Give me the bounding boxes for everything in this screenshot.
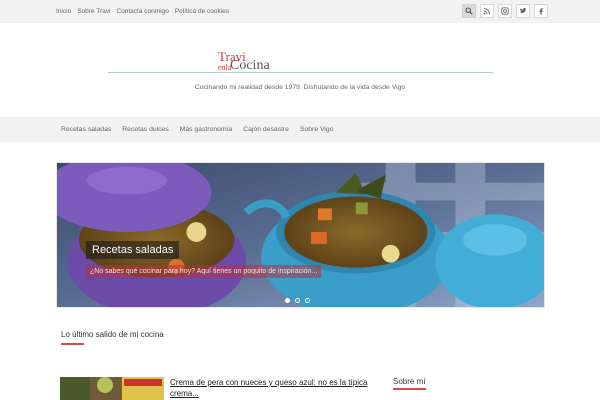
search-button[interactable]	[462, 4, 476, 18]
sidebar-heading-underline	[393, 388, 426, 390]
nav-recetas-dulces[interactable]: Recetas dulces	[122, 126, 168, 133]
twitter-button[interactable]	[516, 4, 530, 18]
slider-dot-3[interactable]	[305, 298, 310, 303]
rss-button[interactable]	[480, 4, 494, 18]
instagram-icon	[501, 7, 509, 15]
social-icons	[462, 4, 548, 18]
slide-title[interactable]: Recetas saladas	[86, 241, 180, 259]
twitter-icon	[519, 7, 527, 14]
post-title-link[interactable]: Crema de pera con nueces y queso azul: n…	[170, 377, 370, 399]
site-header: Travi enla Cocina Cocinando mi realidad …	[0, 23, 600, 117]
logo-divider	[108, 72, 493, 73]
slider-pagination	[285, 298, 310, 303]
top-nav-contacta[interactable]: Contacta conmigo	[116, 8, 168, 15]
instagram-button[interactable]	[498, 4, 512, 18]
sidebar-heading: Sobre mí	[393, 377, 426, 386]
search-icon	[465, 7, 473, 15]
post-thumbnail[interactable]	[60, 377, 164, 400]
top-bar: Inicio Sobre Travi Contacta conmigo Polí…	[0, 0, 600, 23]
post-thumbnail-image	[60, 377, 164, 400]
rss-icon	[483, 8, 490, 15]
nav-cajon-desastre[interactable]: Cajón desastre	[243, 126, 289, 133]
slider-dot-1[interactable]	[285, 298, 290, 303]
logo-cocina-text: Cocina	[230, 58, 270, 73]
latest-heading: Lo último salido de mi cocina	[61, 330, 164, 339]
facebook-icon	[539, 8, 543, 15]
top-nav-cookies[interactable]: Política de cookies	[175, 8, 229, 15]
top-nav-inicio[interactable]: Inicio	[56, 8, 71, 15]
slide-subtitle: ¿No sabes qué cocinar para hoy? Aquí tie…	[86, 265, 322, 278]
nav-recetas-saladas[interactable]: Recetas saladas	[61, 126, 111, 133]
nav-mas-gastronomia[interactable]: Más gastronomía	[180, 126, 233, 133]
top-nav-sobre-travi[interactable]: Sobre Travi	[77, 8, 110, 15]
nav-sobre-vigo[interactable]: Sobre Vigo	[300, 126, 334, 133]
site-tagline: Cocinando mi realidad desde 1979. Disfru…	[194, 84, 406, 91]
facebook-button[interactable]	[534, 4, 548, 18]
slider-dot-2[interactable]	[295, 298, 300, 303]
latest-heading-underline	[61, 343, 84, 345]
featured-slider[interactable]: Recetas saladas ¿No sabes qué cocinar pa…	[56, 162, 545, 308]
main-navigation: Recetas saladas Recetas dulces Más gastr…	[0, 117, 600, 142]
slide-image	[57, 163, 544, 307]
top-navigation: Inicio Sobre Travi Contacta conmigo Polí…	[56, 0, 229, 23]
